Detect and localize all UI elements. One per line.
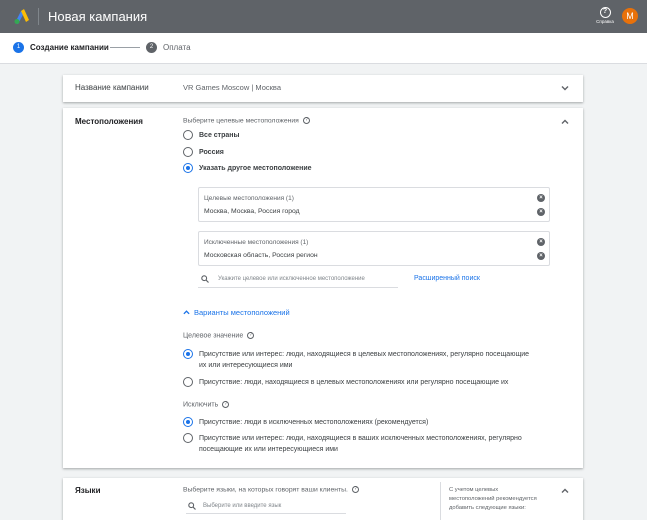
- targeted-locations-title: Целевые местоположения (1): [204, 195, 294, 202]
- locations-label: Местоположения: [75, 117, 143, 126]
- google-ads-logo-icon[interactable]: [13, 9, 29, 24]
- radio-label: Присутствие: люди в исключенных местопол…: [199, 419, 429, 426]
- radio-button: [183, 377, 193, 387]
- radio-label-line: посещающие их или интересующиеся ими: [199, 446, 338, 453]
- language-search-input[interactable]: Выберите или введите язык: [186, 498, 346, 514]
- radio-label: Указать другое местоположение: [199, 165, 312, 172]
- step-number: 1: [13, 42, 24, 53]
- radio-button: [183, 147, 193, 157]
- languages-section: Языки Выберите языки, на которых говорят…: [63, 478, 583, 520]
- topbar-divider: [38, 8, 39, 25]
- close-icon[interactable]: ×: [537, 252, 545, 260]
- avatar[interactable]: М: [622, 8, 638, 24]
- chevron-down-icon[interactable]: [561, 84, 569, 92]
- page-title: Новая кампания: [48, 9, 148, 24]
- advanced-search-link[interactable]: Расширенный поиск: [414, 275, 480, 282]
- radio-all-countries[interactable]: Все страны: [183, 130, 239, 141]
- stepper-connector: [110, 47, 140, 48]
- campaign-name-label: Название кампании: [75, 83, 149, 92]
- top-app-bar: Новая кампания ? Справка М: [0, 0, 647, 33]
- target-value-heading-text: Целевое значение: [183, 332, 244, 340]
- step-label: Создание кампании: [30, 43, 109, 52]
- radio-label: Присутствие: люди, находящиеся в целевых…: [199, 379, 509, 386]
- help-circle-icon[interactable]: ?: [222, 401, 230, 408]
- languages-divider: [440, 482, 441, 520]
- help-label: Справка: [596, 19, 614, 24]
- languages-recommendation-line: местоположений рекомендуется: [449, 496, 537, 502]
- step-create-campaign[interactable]: 1 Создание кампании: [13, 42, 109, 53]
- radio-button: [183, 433, 193, 443]
- excluded-location-value: Московская область, Россия регион: [204, 252, 318, 259]
- help-circle-icon[interactable]: ?: [351, 486, 359, 493]
- help-circle-icon[interactable]: ?: [302, 117, 310, 124]
- stepper: 1 Создание кампании 2 Оплата: [0, 33, 647, 64]
- step-number: 2: [146, 42, 157, 53]
- chevron-up-icon[interactable]: [561, 487, 569, 495]
- radio-label: Все страны: [199, 132, 240, 139]
- languages-prompt-text: Выберите языки, на которых говорят ваши …: [183, 486, 348, 494]
- radio-target-presence[interactable]: Присутствие: люди, находящиеся в целевых…: [183, 377, 508, 388]
- campaign-name-value: VR Games Moscow | Москва: [183, 83, 281, 92]
- languages-recommendation-line: С учетом целевых: [449, 487, 499, 493]
- search-icon: [188, 502, 196, 510]
- help-icon: ?: [599, 7, 611, 18]
- radio-button: [183, 163, 193, 173]
- languages-prompt: Выберите языки, на которых говорят ваши …: [183, 486, 359, 493]
- targeted-locations-box: Целевые местоположения (1) × Москва, Мос…: [198, 187, 550, 222]
- location-variants-label: Варианты местоположений: [194, 308, 290, 317]
- excluded-locations-title: Исключенные местоположения (1): [204, 239, 309, 246]
- close-icon[interactable]: ×: [537, 194, 545, 202]
- radio-label-line: Присутствие или интерес: люди, находящие…: [199, 435, 522, 442]
- languages-label: Языки: [75, 486, 101, 495]
- targeted-location-value: Москва, Москва, Россия город: [204, 208, 300, 215]
- location-search-placeholder: Укажите целевое или исключенное местопол…: [218, 276, 365, 282]
- radio-label: Присутствие или интерес: люди, находящие…: [199, 433, 522, 455]
- language-search-placeholder: Выберите или введите язык: [203, 503, 282, 509]
- location-search-input[interactable]: Укажите целевое или исключенное местопол…: [198, 271, 398, 288]
- radio-label-line: их или интересующиеся ими: [199, 362, 293, 369]
- exclude-heading: Исключить?: [183, 401, 230, 409]
- step-payment[interactable]: 2 Оплата: [146, 42, 191, 53]
- languages-recommendation-line: добавить следующие языки:: [449, 505, 526, 511]
- radio-button: [183, 349, 193, 359]
- locations-prompt: Выберите целевые местоположения?: [183, 117, 310, 124]
- location-variants-toggle[interactable]: Варианты местоположений: [183, 308, 290, 317]
- radio-exclude-presence[interactable]: Присутствие: люди в исключенных местопол…: [183, 417, 428, 428]
- chevron-up-icon[interactable]: [561, 118, 569, 126]
- chevron-up-icon: [183, 310, 190, 315]
- target-value-heading: Целевое значение?: [183, 332, 255, 340]
- locations-prompt-text: Выберите целевые местоположения: [183, 117, 299, 125]
- help-circle-icon[interactable]: ?: [247, 332, 255, 339]
- help-button[interactable]: ? Справка: [596, 7, 614, 24]
- radio-label-line: Присутствие или интерес: люди, находящие…: [199, 351, 530, 358]
- campaign-name-section[interactable]: Название кампании VR Games Moscow | Моск…: [63, 75, 583, 102]
- radio-russia[interactable]: Россия: [183, 147, 224, 158]
- radio-target-presence-interest[interactable]: Присутствие или интерес: люди, находящие…: [183, 349, 529, 371]
- step-label: Оплата: [163, 43, 191, 52]
- radio-button: [183, 130, 193, 140]
- exclude-heading-text: Исключить: [183, 401, 219, 409]
- excluded-locations-box: Исключенные местоположения (1) × Московс…: [198, 231, 550, 266]
- close-icon[interactable]: ×: [537, 208, 545, 216]
- search-icon: [201, 275, 209, 283]
- radio-label: Присутствие или интерес: люди, находящие…: [199, 349, 529, 371]
- radio-label: Россия: [199, 149, 224, 156]
- close-icon[interactable]: ×: [537, 238, 545, 246]
- radio-exclude-presence-interest[interactable]: Присутствие или интерес: люди, находящие…: [183, 433, 522, 455]
- radio-other-location[interactable]: Указать другое местоположение: [183, 163, 312, 174]
- languages-recommendation: С учетом целевых местоположений рекоменд…: [449, 486, 537, 513]
- locations-section: Местоположения Выберите целевые местопол…: [63, 108, 583, 468]
- radio-button: [183, 417, 193, 427]
